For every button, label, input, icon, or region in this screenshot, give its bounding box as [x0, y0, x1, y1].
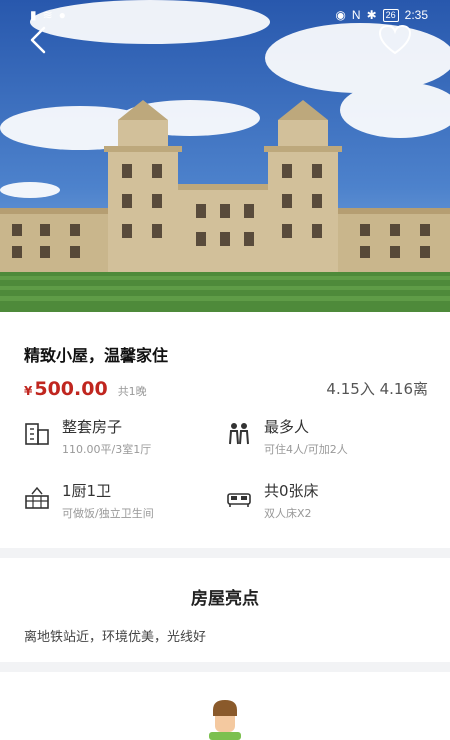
feature-subtitle: 可住4人/可加2人 [264, 443, 348, 456]
highlights-title: 房屋亮点 [191, 589, 259, 609]
wifi-icon: ≋ [42, 8, 53, 22]
battery-icon: 26 [382, 8, 399, 22]
highlights-text: 离地铁站近，环境优美，光线好 [24, 630, 207, 645]
feature-title: 最多人 [264, 418, 310, 436]
host-section [0, 672, 450, 740]
feature-max-guests: 最多人 可住4人/可加2人 [226, 416, 348, 457]
clock: 2:35 [404, 8, 428, 22]
favorite-button[interactable] [378, 24, 412, 56]
feature-house-type: 整套房子 110.00平/3室1厅 [24, 416, 151, 457]
status-right: ◉ N ✱ 26 2:35 [335, 8, 428, 22]
status-left: ▮ ≋ ● [30, 8, 66, 22]
section-divider [0, 548, 450, 558]
eye-icon: ◉ [335, 8, 346, 22]
highlights-section: 房屋亮点 离地铁站近，环境优美，光线好 [0, 558, 450, 662]
bluetooth-icon: ✱ [366, 8, 377, 22]
section-divider [0, 662, 450, 672]
listing-info-card: 精致小屋，温馨家住 ¥ 500.00 共1晚 4.15入 4.16离 整套房子 … [0, 312, 450, 548]
feature-subtitle: 双人床X2 [264, 507, 312, 520]
feature-subtitle: 可做饭/独立卫生间 [62, 507, 154, 520]
stay-dates: 4.15入 4.16离 [326, 380, 428, 398]
hero-photo: ▮ ≋ ● ◉ N ✱ 26 2:35 [0, 0, 450, 312]
feature-title: 1厨1卫 [62, 482, 112, 500]
price: 500.00 [34, 378, 108, 400]
feature-subtitle: 110.00平/3室1厅 [62, 443, 152, 456]
avatar [209, 700, 241, 740]
currency-symbol: ¥ [24, 384, 33, 398]
back-button[interactable] [24, 24, 56, 56]
people-icon [229, 423, 249, 445]
message-icon: ● [58, 8, 66, 22]
feature-beds: 共0张床 双人床X2 [226, 480, 319, 521]
kitchen-icon [25, 486, 49, 509]
feature-kitchen-bath: 1厨1卫 可做饭/独立卫生间 [24, 480, 154, 521]
chevron-left-icon [30, 26, 46, 54]
price-row: ¥ 500.00 共1晚 [24, 378, 147, 400]
feature-title: 整套房子 [62, 418, 123, 436]
nfc-icon: N [351, 8, 361, 22]
heart-outline-icon [378, 24, 412, 55]
nights-count: 共1晚 [117, 385, 147, 398]
listing-title: 精致小屋，温馨家住 [24, 346, 169, 365]
building-icon [25, 423, 49, 445]
bed-icon [227, 493, 251, 507]
feature-title: 共0张床 [264, 482, 319, 500]
signal-icon: ▮ [30, 8, 37, 22]
